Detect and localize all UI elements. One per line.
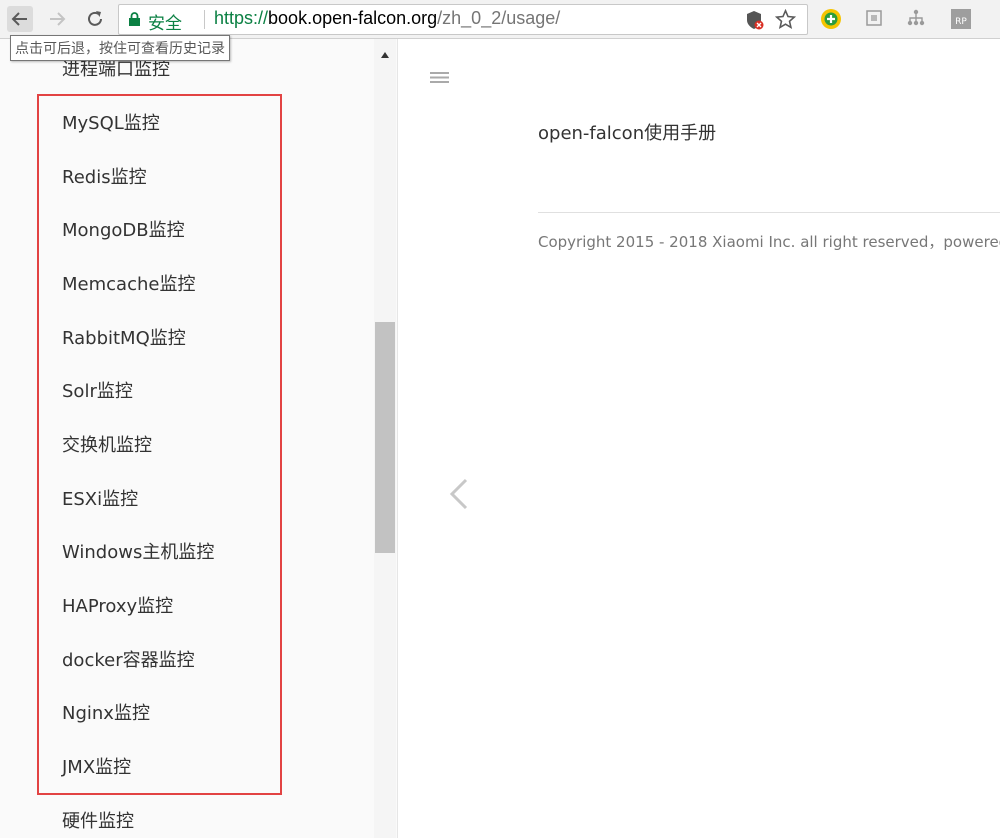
url-path: /zh_0_2/usage/ bbox=[437, 8, 561, 28]
forward-button[interactable] bbox=[44, 6, 70, 32]
omnibox-divider bbox=[204, 10, 205, 29]
sidebar-item-process-port[interactable]: 进程端口监控 bbox=[62, 58, 170, 82]
browser-toolbar: 安全 https://book.open-falcon.org/zh_0_2/u… bbox=[0, 0, 1000, 39]
sidebar-item-hardware[interactable]: 硬件监控 bbox=[62, 810, 134, 834]
back-button[interactable] bbox=[7, 6, 33, 32]
scrollbar-thumb[interactable] bbox=[375, 322, 395, 553]
svg-text:RP: RP bbox=[955, 17, 967, 27]
reload-icon bbox=[88, 11, 102, 26]
copyright-text: Copyright 2015 - 2018 Xiaomi Inc. all ri… bbox=[538, 233, 1000, 251]
shield-blocked-icon[interactable] bbox=[746, 10, 764, 30]
book-title-link[interactable]: open-falcon使用手册 bbox=[538, 119, 716, 145]
url-text[interactable]: https://book.open-falcon.org/zh_0_2/usag… bbox=[214, 8, 560, 29]
sitemap-extension-icon[interactable] bbox=[906, 8, 926, 28]
rp-extension-icon[interactable]: RP bbox=[950, 8, 972, 30]
plus-circle-extension-icon[interactable] bbox=[820, 8, 842, 30]
back-arrow-icon bbox=[11, 12, 27, 26]
footer-divider bbox=[538, 212, 1000, 213]
chevron-left-icon[interactable] bbox=[448, 477, 470, 511]
scroll-up-arrow-icon[interactable] bbox=[380, 51, 390, 59]
secure-label: 安全 bbox=[148, 14, 182, 34]
lock-icon bbox=[129, 12, 140, 26]
star-icon[interactable] bbox=[775, 9, 796, 30]
book-sidebar: 进程端口监控 MySQL监控 Redis监控 MongoDB监控 Memcach… bbox=[0, 39, 398, 838]
back-button-tooltip: 点击可后退，按住可查看历史记录 bbox=[10, 35, 230, 61]
address-bar[interactable]: 安全 https://book.open-falcon.org/zh_0_2/u… bbox=[118, 4, 808, 35]
url-scheme: https:// bbox=[214, 8, 269, 28]
highlight-annotation-box bbox=[37, 94, 282, 795]
sidebar-scrollbar[interactable] bbox=[374, 39, 396, 838]
url-host: book.open-falcon.org bbox=[268, 8, 438, 28]
reload-button[interactable] bbox=[82, 6, 108, 32]
forward-arrow-icon bbox=[50, 12, 66, 26]
hamburger-menu-icon[interactable] bbox=[430, 70, 450, 86]
window-extension-icon[interactable] bbox=[864, 8, 884, 28]
